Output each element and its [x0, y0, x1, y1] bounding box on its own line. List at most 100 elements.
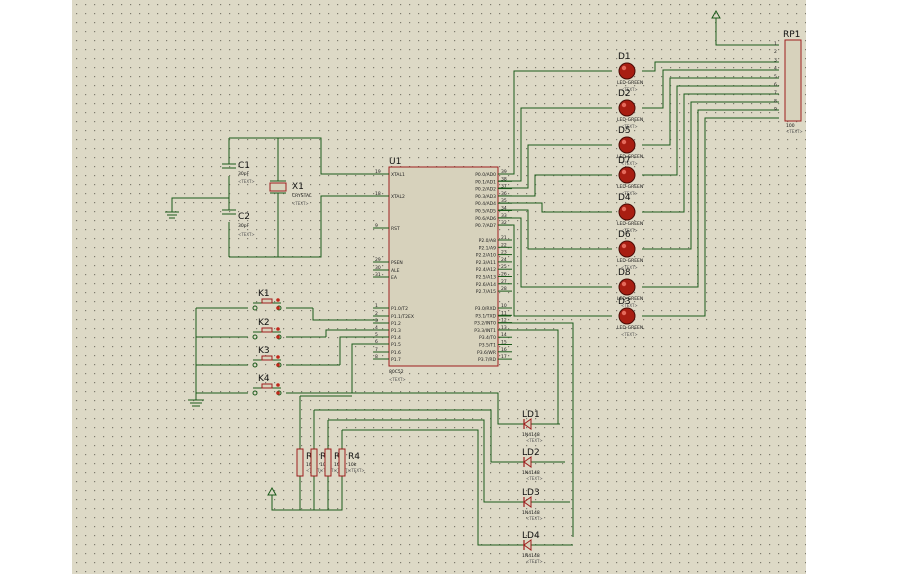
pullup-resistors: R110k<TEXT>R210k<TEXT>R310k<TEXT>R410k<T… — [296, 448, 365, 477]
led-highlight — [621, 310, 627, 316]
u1-pin-name: P2.3/A11 — [476, 260, 496, 266]
u1-pin-name: P2.6/A14 — [476, 282, 496, 288]
u1-pin-name: P0.7/AD7 — [475, 223, 496, 229]
rp1-pin-number: 6 — [774, 82, 777, 88]
led-ref: D8 — [618, 268, 631, 278]
u1-pin-name: XTAL1 — [391, 172, 405, 178]
key-dot — [276, 306, 280, 310]
c2-text: <TEXT> — [238, 232, 255, 237]
u1-pin-number: 28 — [501, 286, 507, 292]
u1-pin-name: P1.0/T2 — [391, 306, 408, 312]
schematic-canvas[interactable]: C1 30pF <TEXT> C2 30pF <TEXT> X1 CRYSTAL… — [0, 0, 924, 577]
key-dot — [276, 391, 280, 395]
u1-pin-name: P2.5/A13 — [476, 275, 496, 281]
resistor-ref: R4 — [348, 452, 360, 462]
rp1-text: <TEXT> — [786, 129, 803, 134]
u1-pin-number: 8 — [375, 354, 378, 360]
u1-pin-name: P1.2 — [391, 321, 401, 327]
u1-pin-number: 39 — [501, 169, 507, 175]
microcontroller-u1[interactable]: U1 XTAL119XTAL218RST9PSEN29ALE30EA31P1.0… — [373, 157, 512, 382]
u1-pin-name: P0.0/AD0 — [475, 172, 496, 178]
u1-pin-number: 19 — [375, 169, 381, 175]
u1-pin-number: 18 — [375, 191, 381, 197]
key-dot — [276, 298, 280, 302]
u1-pin-number: 22 — [501, 242, 507, 248]
u1-pin-name: RST — [391, 226, 400, 232]
resistor-body — [296, 448, 304, 477]
resistor-text: <TEXT> — [348, 468, 365, 473]
u1-pin-number: 26 — [501, 272, 507, 278]
u1-pin-name: P1.7 — [391, 357, 401, 363]
u1-pin-name: P1.5 — [391, 342, 401, 348]
u1-pin-name: P1.4 — [391, 335, 401, 341]
resistor-body — [338, 448, 346, 477]
u1-pin-name: P2.0/A8 — [479, 238, 496, 244]
u1-pin-name: PSEN — [391, 260, 403, 266]
c1-text: <TEXT> — [238, 179, 255, 184]
rp1-pin-number: 5 — [774, 74, 777, 80]
u1-pin-name: P3.6/WR — [477, 350, 496, 356]
led-highlight — [621, 65, 627, 71]
key-ref: K3 — [258, 346, 270, 356]
led-part: LED-GREEN — [617, 325, 643, 331]
led-part: LED-GREEN — [617, 184, 643, 190]
u1-pin-number: 14 — [501, 332, 507, 338]
u1-pin-name: EA — [391, 275, 398, 281]
u1-pin-number: 30 — [375, 265, 381, 271]
u1-pin-name: P1.6 — [391, 350, 401, 356]
key-cap — [261, 355, 273, 361]
u1-pin-number: 7 — [375, 347, 378, 353]
u1-pin-name: P0.1/AD1 — [475, 179, 496, 185]
u1-pin-number: 24 — [501, 257, 507, 263]
u1-pin-name: P0.6/AD6 — [475, 216, 496, 222]
u1-pin-name: P2.4/A12 — [476, 267, 496, 273]
u1-pin-name: P1.3 — [391, 328, 401, 334]
led-highlight — [621, 243, 627, 249]
key-ref: K1 — [258, 289, 270, 299]
u1-pin-number: 35 — [501, 198, 507, 204]
diode-text: <TEXT> — [526, 476, 543, 481]
key-cap — [261, 327, 273, 333]
u1-pin-name: P3.0/RXD — [475, 306, 497, 312]
diode-ref: LD1 — [522, 410, 540, 420]
rp1-pin-number: 4 — [774, 66, 777, 72]
u1-ref: U1 — [389, 157, 401, 167]
u1-pin-number: 16 — [501, 347, 507, 353]
u1-pin-number: 33 — [501, 213, 507, 219]
led-highlight — [621, 102, 627, 108]
led-body — [618, 166, 636, 184]
diode-ref: LD2 — [522, 448, 540, 458]
diode-ref: LD4 — [522, 531, 540, 541]
led-ref: D7 — [618, 156, 631, 166]
u1-pin-number: 27 — [501, 279, 507, 285]
led-ref: D2 — [618, 89, 631, 99]
u1-pin-name: P3.1/TXD — [475, 313, 496, 319]
led-ref: D6 — [618, 230, 631, 240]
led-highlight — [621, 281, 627, 287]
led-body — [618, 136, 636, 154]
u1-pin-name: P3.4/T0 — [479, 335, 496, 341]
led-body — [618, 278, 636, 296]
key-dot — [276, 363, 280, 367]
u1-pin-number: 21 — [501, 235, 507, 241]
u1-pin-number: 31 — [375, 272, 381, 278]
c1-value: 30pF — [238, 171, 250, 177]
rp1-pin-number: 3 — [774, 57, 777, 63]
u1-pin-number: 12 — [501, 318, 507, 324]
u1-pin-name: P3.7/RD — [478, 357, 497, 363]
u1-pin-number: 9 — [375, 223, 378, 229]
rp1-pins: 1 2 3 4 5 6 7 8 9 — [774, 41, 777, 113]
u1-pin-number: 13 — [501, 325, 507, 331]
led-part: LED-GREEN — [617, 258, 643, 264]
u1-pin-number: 17 — [501, 354, 507, 360]
u1-pin-number: 10 — [501, 303, 507, 309]
u1-pin-number: 37 — [501, 184, 507, 190]
u1-pin-number: 3 — [375, 318, 378, 324]
u1-pin-number: 1 — [375, 303, 378, 309]
key-cap — [261, 383, 273, 389]
schematic-window: C1 30pF <TEXT> C2 30pF <TEXT> X1 CRYSTAL… — [0, 0, 924, 577]
diode-text: <TEXT> — [526, 438, 543, 443]
key-ref: K2 — [258, 318, 270, 328]
u1-pin-name: P3.2/INT0 — [474, 321, 496, 327]
led-text: <TEXT> — [621, 332, 638, 337]
